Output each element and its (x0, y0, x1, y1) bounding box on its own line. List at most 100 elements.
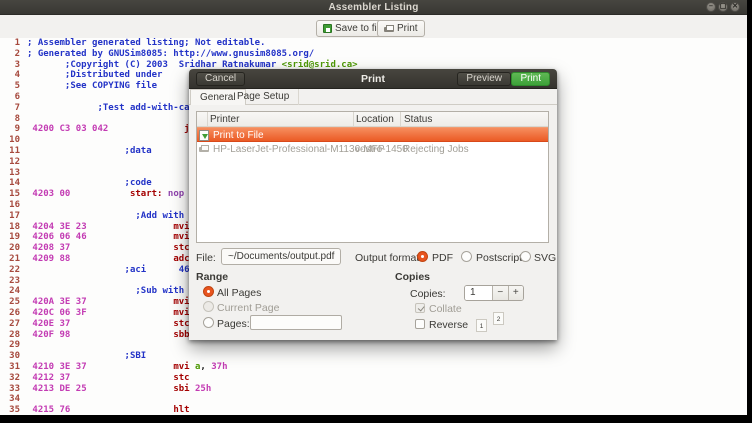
code-segment: mvi (173, 307, 190, 318)
printer-row-print-to-file[interactable]: Print to File (197, 127, 548, 142)
range-radio-all-pages[interactable] (203, 286, 214, 297)
range-label-all-pages[interactable]: All Pages (217, 287, 261, 299)
format-label-svg[interactable]: SVG (534, 252, 556, 264)
file-chooser-button[interactable]: ~/Documents/output.pdf (221, 248, 342, 265)
preview-button[interactable]: Preview (457, 72, 511, 86)
print-confirm-button[interactable]: Print (511, 72, 550, 86)
code-segment: start: (129, 189, 163, 200)
line-code: ; Assembler generated listing; Not edita… (27, 38, 265, 49)
line-number: 20 (9, 243, 20, 254)
code-segment: 4209 88 (32, 253, 71, 264)
range-section-header: Range (196, 271, 229, 283)
printer-list[interactable]: Printer Location Status Print to File HP… (196, 111, 549, 243)
listing-line: 1 ; Assembler generated listing; Not edit… (0, 38, 747, 49)
line-code: 420A 3E 37 mvi (27, 297, 190, 308)
listing-line: 34 (0, 394, 747, 405)
code-segment: mvi (173, 361, 190, 372)
line-number: 23 (9, 275, 20, 286)
copies-value[interactable]: 1 (465, 286, 493, 300)
line-number: 29 (9, 340, 20, 351)
line-number: 34 (9, 394, 20, 405)
copies-increment-button[interactable]: + (507, 286, 523, 300)
format-label-pdf[interactable]: PDF (432, 252, 453, 264)
format-label-postscript[interactable]: Postscript (476, 252, 522, 264)
window-controls: – ▢ ✕ (706, 2, 740, 12)
code-segment: 4210 3E 37 (32, 361, 87, 372)
code-segment: stc (173, 372, 190, 383)
line-number: 8 (14, 113, 20, 124)
column-separator (400, 112, 401, 127)
code-segment: mvi (173, 221, 190, 232)
line-number: 14 (9, 178, 20, 189)
print-to-file-icon (199, 130, 209, 141)
line-code: 420C 06 3F mvi (27, 307, 190, 319)
listing-line: 31 4210 3E 37 mvi a, 37h (0, 362, 747, 373)
copies-decrement-button[interactable]: − (492, 286, 508, 300)
range-radio-pages[interactable] (203, 317, 214, 328)
code-segment: ;aci 46h (27, 264, 195, 275)
code-segment: mvi (173, 232, 190, 243)
printer-name: Print to File (213, 130, 264, 141)
line-number: 9 (14, 124, 20, 135)
code-segment: nop (167, 189, 185, 200)
listing-line: 33 4213 DE 25 sbi 25h (0, 384, 747, 395)
column-header-printer[interactable]: Printer (210, 114, 239, 125)
line-code: 4210 3E 37 mvi a, 37h (27, 361, 227, 373)
code-segment: adc (173, 253, 190, 264)
print-dialog-headerbar[interactable]: Print Cancel Preview Print (189, 69, 557, 89)
format-radio-pdf[interactable] (417, 251, 428, 262)
line-code: ;SBI (27, 351, 147, 362)
pages-input[interactable] (250, 315, 342, 330)
range-label-pages[interactable]: Pages: (217, 318, 250, 330)
printer-list-header[interactable]: Printer Location Status (197, 112, 548, 127)
line-code: ;Add with c (27, 211, 195, 222)
tab-page-setup[interactable]: Page Setup (228, 89, 300, 105)
line-number: 1 (14, 38, 20, 48)
screen-edge-right (747, 15, 752, 423)
cancel-button[interactable]: Cancel (196, 72, 246, 86)
column-header-location[interactable]: Location (356, 114, 394, 125)
column-separator (207, 112, 208, 127)
code-segment: mvi (173, 297, 190, 308)
line-number: 6 (14, 91, 20, 102)
code-segment: 4206 06 46 (32, 232, 87, 243)
dialog-tabbar: General Page Setup (189, 89, 557, 105)
titlebar[interactable]: Assembler Listing – ▢ ✕ (0, 0, 747, 15)
line-code: 4215 76 hlt (27, 405, 189, 415)
line-number: 28 (9, 329, 20, 340)
line-number: 16 (9, 199, 20, 210)
line-number: 18 (9, 221, 20, 232)
line-code: 4209 88 adc (27, 253, 190, 265)
copies-stepper: 1 − + (464, 285, 524, 301)
code-segment: 4215 76 (32, 405, 71, 415)
code-segment: 25h (195, 383, 212, 394)
line-number: 15 (9, 189, 20, 200)
line-number: 21 (9, 253, 20, 264)
minimize-icon[interactable]: – (706, 2, 716, 12)
printer-row-hp-laserjet[interactable]: HP-LaserJet-Professional-M1136-MFP vostr… (197, 142, 548, 157)
maximize-icon[interactable]: ▢ (718, 2, 728, 12)
format-radio-svg[interactable] (520, 251, 531, 262)
close-icon[interactable]: ✕ (730, 2, 740, 12)
code-segment: ;Add with c (27, 210, 195, 221)
line-number: 13 (9, 167, 20, 178)
format-radio-postscript[interactable] (461, 251, 472, 262)
reverse-checkbox[interactable] (415, 319, 425, 329)
code-segment: ; Assembler generated listing; Not edita… (27, 38, 266, 48)
line-code: ;data (27, 146, 152, 157)
print-button[interactable]: Print (377, 20, 425, 37)
file-label: File: (196, 252, 216, 264)
screen-edge-bottom (0, 415, 752, 423)
line-number: 2 (14, 48, 20, 59)
column-header-status[interactable]: Status (404, 114, 432, 125)
code-segment: 420F 98 (32, 329, 71, 340)
reverse-label[interactable]: Reverse (429, 319, 468, 331)
code-segment: 4200 C3 03 042 (32, 124, 109, 135)
